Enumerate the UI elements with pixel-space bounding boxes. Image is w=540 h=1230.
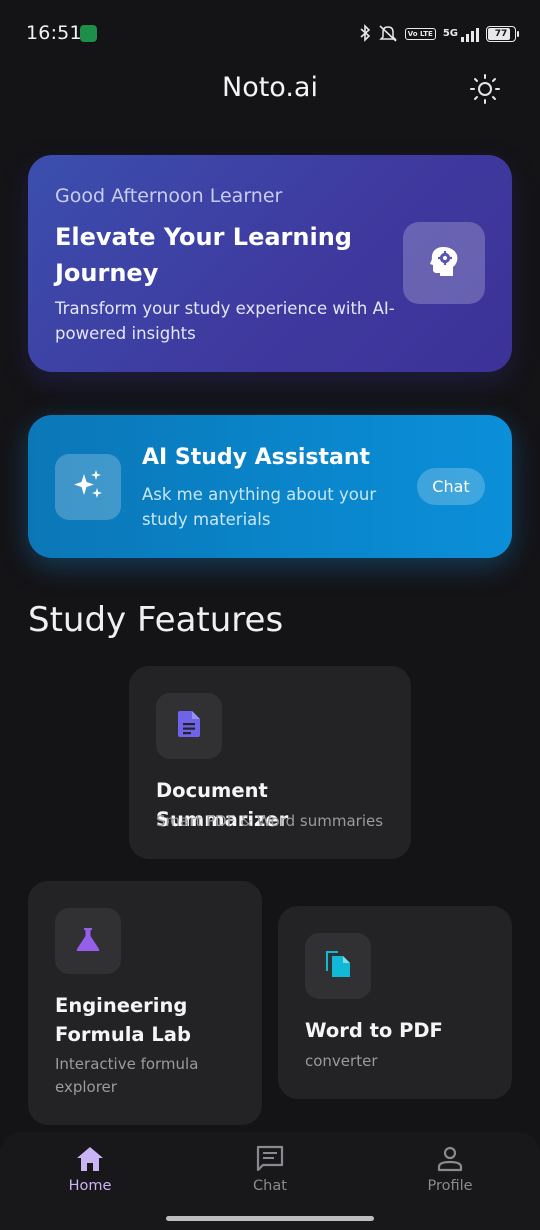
- status-icons: Vo LTE 5G 77: [359, 23, 519, 45]
- signal-icon: [461, 26, 479, 42]
- battery-icon: 77: [486, 26, 519, 42]
- feature-icon-container: [305, 933, 371, 999]
- volte-icon: Vo LTE: [404, 28, 436, 40]
- status-bar: 16:51 Vo LTE 5G 77: [0, 0, 540, 64]
- feature-icon-container: [156, 693, 222, 759]
- nav-label: Profile: [427, 1178, 473, 1194]
- chat-icon: [255, 1144, 285, 1174]
- feature-card-formula-lab[interactable]: Engineering Formula Lab Interactive form…: [28, 881, 262, 1125]
- notification-app-icon: [80, 25, 97, 42]
- nav-label: Home: [68, 1178, 112, 1194]
- home-icon: [76, 1144, 104, 1174]
- nav-item-home[interactable]: Home: [30, 1132, 150, 1212]
- section-title: Study Features: [28, 600, 284, 640]
- status-time: 16:51: [26, 22, 82, 44]
- feature-title: Engineering Formula Lab: [55, 994, 191, 1046]
- feature-subtitle: Smart PDF & Word summaries: [156, 812, 384, 830]
- file-copy-icon: [324, 949, 352, 983]
- document-icon: [177, 710, 201, 742]
- nav-label: Chat: [253, 1178, 287, 1194]
- brain-gear-icon: [429, 245, 459, 281]
- assistant-icon-container: [55, 454, 121, 520]
- bluetooth-icon: [359, 23, 371, 45]
- feature-subtitle: Interactive formula explorer: [55, 1055, 199, 1096]
- mute-icon: [378, 24, 398, 45]
- hero-subtitle: Transform your study experience with AI-…: [55, 299, 395, 343]
- sparkles-icon: [71, 468, 105, 506]
- flask-icon: [75, 926, 101, 956]
- nav-item-profile[interactable]: Profile: [390, 1132, 510, 1212]
- feature-title: Word to PDF: [305, 1019, 443, 1042]
- hero-title: Elevate Your Learning Journey: [55, 223, 352, 287]
- hero-card: Good Afternoon Learner Elevate Your Lear…: [28, 155, 512, 372]
- home-indicator[interactable]: [166, 1216, 374, 1221]
- feature-card-word-to-pdf[interactable]: Word to PDF converter: [278, 906, 512, 1099]
- network-type: 5G: [442, 28, 458, 39]
- theme-toggle-button[interactable]: [466, 72, 504, 110]
- sun-icon: [469, 73, 501, 109]
- feature-card-document-summarizer[interactable]: Document Summarizer Smart PDF & Word sum…: [129, 666, 411, 859]
- battery-level: 77: [494, 29, 508, 39]
- chat-button[interactable]: Chat: [417, 468, 485, 505]
- assistant-subtitle: Ask me anything about your study materia…: [142, 485, 377, 529]
- profile-icon: [436, 1144, 464, 1174]
- assistant-title: AI Study Assistant: [142, 445, 371, 470]
- app-title: Noto.ai: [222, 72, 318, 103]
- feature-icon-container: [55, 908, 121, 974]
- greeting-text: Good Afternoon Learner: [55, 185, 283, 207]
- ai-assistant-card[interactable]: AI Study Assistant Ask me anything about…: [28, 415, 512, 558]
- feature-subtitle: converter: [305, 1052, 378, 1070]
- nav-item-chat[interactable]: Chat: [210, 1132, 330, 1212]
- hero-icon-container: [403, 222, 485, 304]
